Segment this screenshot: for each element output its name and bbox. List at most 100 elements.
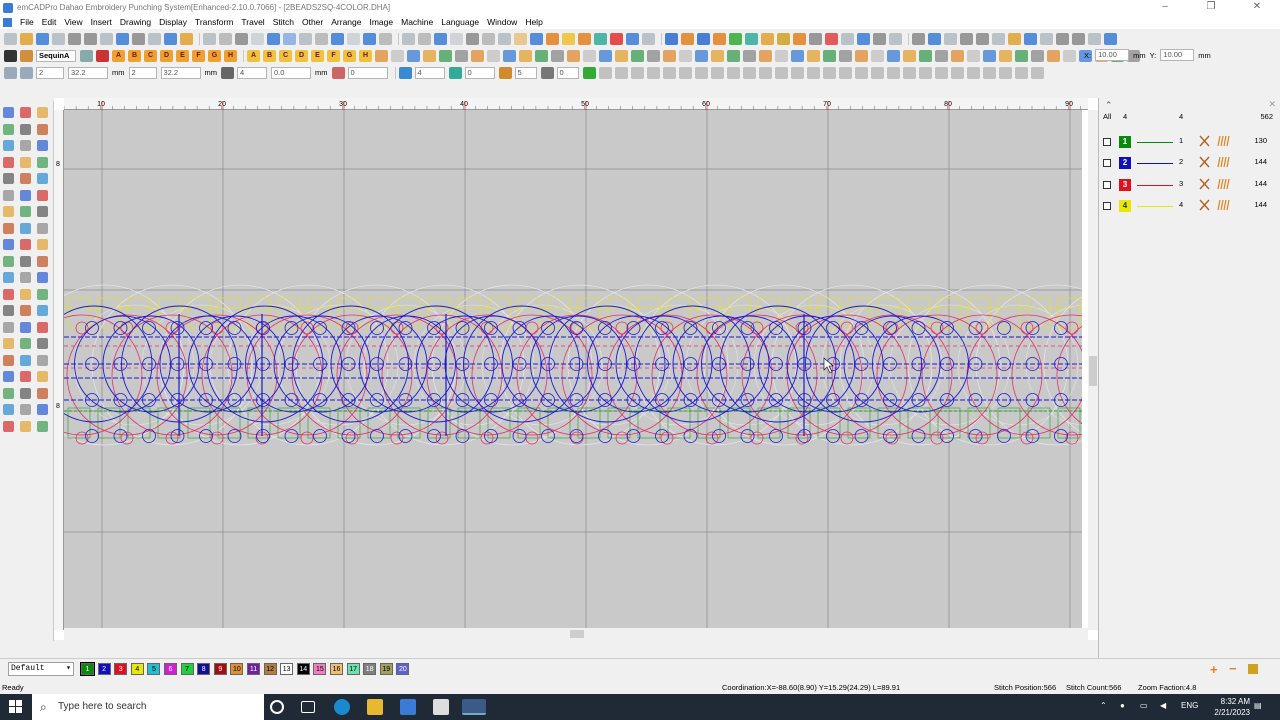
- drawing-tool-icon[interactable]: [20, 354, 31, 366]
- param-field-9[interactable]: 0: [464, 66, 495, 79]
- stitch-tool-icon[interactable]: [423, 49, 436, 62]
- sequin-letter-button[interactable]: F: [192, 49, 205, 62]
- stitch-tool-icon[interactable]: [1031, 49, 1044, 62]
- param-field-4[interactable]: 32.2: [160, 66, 201, 79]
- sequin-letter-button[interactable]: G: [208, 49, 221, 62]
- align-tool-icon[interactable]: [854, 66, 868, 79]
- horizontal-scroll-thumb[interactable]: [570, 630, 584, 638]
- color-swatch[interactable]: 1: [1119, 136, 1131, 148]
- stitch-tool-icon[interactable]: [1063, 49, 1076, 62]
- toolbar-button-icon[interactable]: [68, 32, 81, 45]
- stitch-type-icon[interactable]: [1199, 135, 1210, 147]
- align-tool-icon[interactable]: [966, 66, 980, 79]
- toolbar-button-icon[interactable]: [482, 32, 495, 45]
- stitch-tool-icon[interactable]: [471, 49, 484, 62]
- drawing-tool-icon[interactable]: [20, 305, 31, 316]
- drawing-tool-icon[interactable]: [3, 404, 14, 415]
- menu-display[interactable]: Display: [155, 17, 191, 27]
- toolbar-button-icon[interactable]: [857, 32, 870, 45]
- cortana-icon[interactable]: [270, 700, 284, 714]
- color-chip[interactable]: 18: [363, 663, 377, 675]
- stitch-tool-icon[interactable]: [439, 49, 452, 62]
- color-swatch[interactable]: 2: [1119, 157, 1131, 170]
- color-chip[interactable]: 9: [213, 663, 227, 675]
- sequin-letter-button[interactable]: F: [327, 49, 340, 62]
- toolbar-button-icon[interactable]: [562, 32, 575, 45]
- drawing-tool-icon[interactable]: [37, 173, 48, 184]
- x-input[interactable]: 10.00: [1095, 49, 1130, 61]
- row-checkbox[interactable]: [1103, 201, 1111, 210]
- toolbar-button-icon[interactable]: [713, 32, 726, 45]
- toolbar-button-icon[interactable]: [1024, 32, 1037, 45]
- toolbar-button-icon[interactable]: [379, 32, 392, 45]
- store-icon[interactable]: [400, 699, 416, 715]
- color-row[interactable]: 1 1 130: [1103, 134, 1275, 150]
- stitch-tool-icon[interactable]: [855, 49, 868, 62]
- color-chip[interactable]: 3: [114, 663, 128, 675]
- stitch-tool-icon[interactable]: [487, 49, 500, 62]
- stitch-tool-icon[interactable]: [791, 49, 804, 62]
- param-field-7[interactable]: 0: [347, 66, 388, 79]
- sequin-letter-button[interactable]: C: [144, 49, 157, 62]
- add-color-icon[interactable]: +: [1210, 662, 1218, 677]
- grid-icon[interactable]: [4, 66, 17, 79]
- stitch-type-icon[interactable]: [1199, 199, 1210, 211]
- drawing-tool-icon[interactable]: [3, 189, 14, 201]
- microphone-icon[interactable]: ●: [1120, 701, 1125, 710]
- drawing-tool-icon[interactable]: [20, 189, 31, 201]
- sequin-off-icon[interactable]: [96, 49, 109, 62]
- drawing-tool-icon[interactable]: [20, 222, 31, 234]
- align-tool-icon[interactable]: [934, 66, 948, 79]
- pentagon-icon[interactable]: [582, 66, 596, 79]
- emcad-taskbar-icon[interactable]: [462, 699, 486, 715]
- drawing-tool-icon[interactable]: [37, 206, 48, 217]
- stitch-tool-icon[interactable]: [679, 49, 692, 62]
- stitch-tool-icon[interactable]: [391, 49, 404, 62]
- menu-arrange[interactable]: Arrange: [327, 17, 365, 27]
- stitch-type-icon[interactable]: [1199, 178, 1210, 190]
- drawing-tool-icon[interactable]: [20, 140, 31, 151]
- stitch-tool-icon[interactable]: [823, 49, 836, 62]
- toolbar-button-icon[interactable]: [331, 32, 344, 45]
- toolbar-button-icon[interactable]: [267, 32, 280, 45]
- palette-select[interactable]: Default ▾: [8, 662, 74, 676]
- toolbar-button-icon[interactable]: [283, 32, 296, 45]
- toolbar-button-icon[interactable]: [889, 32, 902, 45]
- toolbar-button-icon[interactable]: [729, 32, 742, 45]
- color-swatch[interactable]: 3: [1119, 178, 1131, 191]
- stitch-tool-icon[interactable]: [663, 49, 676, 62]
- move-icon[interactable]: [221, 66, 234, 79]
- menu-help[interactable]: Help: [521, 17, 546, 27]
- align-tool-icon[interactable]: [822, 66, 836, 79]
- toolbar-button-icon[interactable]: [1040, 32, 1053, 45]
- stitch-tool-icon[interactable]: [535, 49, 548, 62]
- stitch-tool-icon[interactable]: [999, 49, 1012, 62]
- drawing-tool-icon[interactable]: [37, 288, 48, 300]
- align-tool-icon[interactable]: [726, 66, 740, 79]
- stitch-tool-icon[interactable]: [551, 49, 564, 62]
- network-icon[interactable]: ▭: [1140, 701, 1148, 710]
- drawing-tool-icon[interactable]: [20, 404, 31, 415]
- toolbar-button-icon[interactable]: [610, 32, 623, 45]
- toolbar-button-icon[interactable]: [235, 32, 248, 45]
- drawing-tool-icon[interactable]: [3, 107, 14, 118]
- stitch-tool-icon[interactable]: [919, 49, 932, 62]
- toolbar-button-icon[interactable]: [1104, 32, 1117, 45]
- task-view-icon[interactable]: [301, 701, 315, 713]
- drawing-tool-icon[interactable]: [37, 387, 48, 399]
- color-chip[interactable]: 2: [97, 663, 111, 675]
- toolbar-button-icon[interactable]: [418, 32, 431, 45]
- toolbar-button-icon[interactable]: [4, 32, 17, 45]
- drawing-tool-icon[interactable]: [3, 272, 14, 283]
- param-field-1[interactable]: 2: [36, 66, 64, 79]
- drawing-tool-icon[interactable]: [3, 387, 14, 399]
- align-tool-icon[interactable]: [806, 66, 820, 79]
- color-row[interactable]: 2 2 144: [1103, 155, 1275, 171]
- clock[interactable]: 8:32 AM 2/21/2023: [1214, 696, 1250, 718]
- stitch-tool-icon[interactable]: [1015, 49, 1028, 62]
- param-field-10[interactable]: 5: [514, 66, 537, 79]
- toolbar-button-icon[interactable]: [546, 32, 559, 45]
- drawing-tool-icon[interactable]: [3, 354, 14, 366]
- sequin-letter-button[interactable]: H: [224, 49, 237, 62]
- param-field-5[interactable]: 4: [237, 66, 267, 79]
